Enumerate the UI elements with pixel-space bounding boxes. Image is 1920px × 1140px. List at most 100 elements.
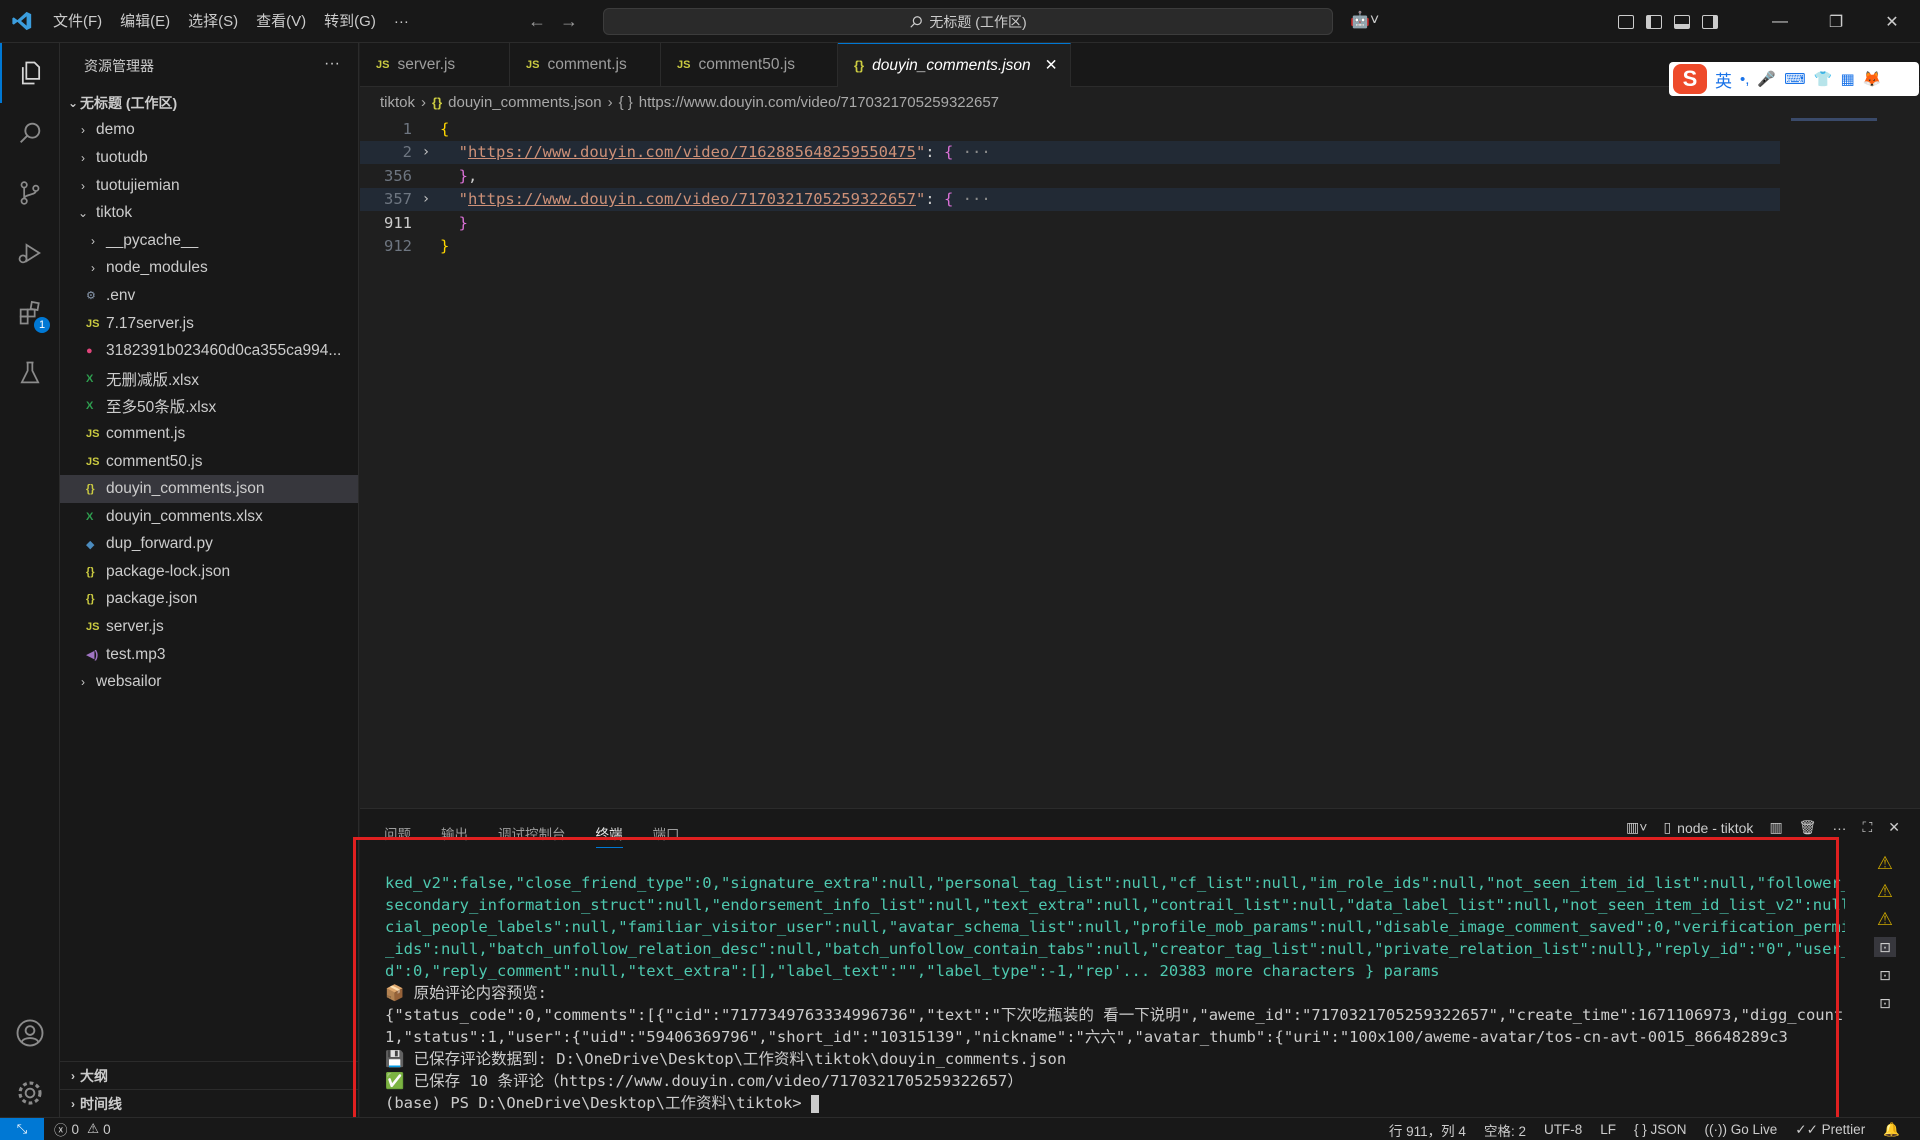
customize-layout-icon[interactable]	[1618, 14, 1634, 29]
menu-file[interactable]: 文件(F)	[44, 0, 111, 43]
tree-folder[interactable]: › tuotudb	[60, 144, 358, 172]
run-debug-icon[interactable]	[0, 223, 60, 283]
breadcrumb-folder[interactable]: tiktok	[380, 94, 415, 111]
tree-file[interactable]: ● 3182391b023460d0ca355ca994...	[60, 337, 358, 365]
warning-icon[interactable]: ⚠	[1874, 853, 1896, 873]
encoding[interactable]: UTF-8	[1544, 1122, 1582, 1137]
problems-indicator[interactable]: ⓧ 0 ⚠ 0	[54, 1119, 111, 1139]
close-window-button[interactable]: ✕	[1864, 0, 1920, 43]
tab-douyin-comments-json[interactable]: {} douyin_comments.json ✕	[838, 43, 1071, 87]
tree-file[interactable]: JS server.js	[60, 613, 358, 641]
copilot-icon[interactable]: 🤖˅	[1350, 10, 1379, 30]
toggle-panel-icon[interactable]	[1674, 14, 1690, 29]
indentation[interactable]: 空格: 2	[1484, 1120, 1526, 1140]
toggle-secondary-sidebar-icon[interactable]	[1702, 14, 1718, 29]
ime-mascot-icon[interactable]: 🦊	[1863, 70, 1882, 88]
tree-file[interactable]: {} douyin_comments.json	[60, 475, 358, 503]
sogou-logo-icon[interactable]: S	[1673, 64, 1707, 94]
outline-section[interactable]: › 大纲	[60, 1061, 359, 1089]
split-terminal-icon[interactable]: ▥	[1769, 819, 1782, 836]
keyboard-icon[interactable]: ⌨	[1784, 70, 1806, 88]
tree-file[interactable]: ⚙ .env	[60, 282, 358, 310]
tab-ports[interactable]: 端口	[653, 823, 680, 848]
json-key-link[interactable]: https://www.douyin.com/video/71628856482…	[468, 143, 916, 161]
menu-edit[interactable]: 编辑(E)	[111, 0, 179, 43]
source-control-icon[interactable]	[0, 163, 60, 223]
skin-icon[interactable]: 👕	[1814, 70, 1833, 88]
close-panel-icon[interactable]: ✕	[1888, 819, 1900, 836]
tree-file[interactable]: X 至多50条版.xlsx	[60, 393, 358, 421]
settings-gear-icon[interactable]	[0, 1063, 60, 1123]
terminal-output[interactable]: ked_v2":false,"close_friend_type":0,"sig…	[385, 872, 1845, 1114]
warning-icon[interactable]: ⚠	[1874, 881, 1896, 901]
tree-folder[interactable]: › tuotujiemian	[60, 172, 358, 200]
tree-file[interactable]: JS comment50.js	[60, 448, 358, 476]
punctuation-icon[interactable]: •,	[1740, 71, 1749, 88]
trash-icon[interactable]: 🗑	[1799, 819, 1817, 836]
timeline-section[interactable]: › 时间线	[60, 1089, 359, 1117]
language-mode[interactable]: { } JSON	[1634, 1122, 1687, 1137]
tree-file[interactable]: {} package-lock.json	[60, 558, 358, 586]
tab-problems[interactable]: 问题	[384, 823, 411, 848]
tree-file[interactable]: X 无删减版.xlsx	[60, 365, 358, 393]
terminal-instance-icon[interactable]: ⊡	[1874, 937, 1896, 957]
tree-file[interactable]: {} package.json	[60, 586, 358, 614]
toolbox-icon[interactable]: ▦	[1840, 70, 1854, 88]
tree-folder[interactable]: › demo	[60, 117, 358, 145]
tree-file[interactable]: ◀) test.mp3	[60, 641, 358, 669]
go-live-button[interactable]: ((·)) Go Live	[1705, 1122, 1778, 1137]
tab-comment50-js[interactable]: JS comment50.js	[661, 43, 838, 87]
close-tab-icon[interactable]: ✕	[1045, 56, 1058, 75]
menu-more[interactable]: ···	[385, 0, 418, 43]
tree-file[interactable]: JS comment.js	[60, 420, 358, 448]
json-key-link[interactable]: https://www.douyin.com/video/71703217052…	[468, 190, 916, 208]
explorer-more-icon[interactable]: ···	[324, 55, 340, 73]
explorer-icon[interactable]	[0, 43, 60, 103]
tab-output[interactable]: 输出	[441, 823, 468, 848]
maximize-panel-icon[interactable]: ⛶	[1862, 819, 1872, 836]
restore-button[interactable]: ❐	[1808, 0, 1864, 43]
accounts-icon[interactable]	[0, 1003, 60, 1063]
folded-ellipsis[interactable]: ···	[963, 190, 991, 208]
chevron-right-icon[interactable]: ›	[412, 144, 440, 160]
minimize-button[interactable]: —	[1752, 0, 1808, 43]
menu-goto[interactable]: 转到(G)	[315, 0, 385, 43]
minimap[interactable]	[1791, 118, 1877, 121]
search-icon[interactable]	[0, 103, 60, 163]
tab-debug-console[interactable]: 调试控制台	[498, 823, 566, 848]
tree-file[interactable]: ◆ dup_forward.py	[60, 531, 358, 559]
end-of-line[interactable]: LF	[1600, 1122, 1616, 1137]
tab-comment-js[interactable]: JS comment.js	[510, 43, 661, 87]
tree-folder[interactable]: › node_modules	[60, 255, 358, 283]
code-editor[interactable]: 1 { 2 › "https://www.douyin.com/video/71…	[360, 117, 1920, 807]
tab-terminal[interactable]: 终端	[595, 823, 623, 848]
new-terminal-split-icon[interactable]: ▥˅	[1626, 819, 1647, 836]
command-center-search[interactable]: 无标题 (工作区)	[603, 8, 1333, 35]
breadcrumb-key[interactable]: https://www.douyin.com/video/71703217052…	[639, 94, 999, 111]
notifications-bell-icon[interactable]: 🔔	[1883, 1122, 1900, 1138]
remote-icon[interactable]: ⤡	[0, 1117, 44, 1140]
folded-ellipsis[interactable]: ···	[963, 143, 991, 161]
menu-selection[interactable]: 选择(S)	[179, 0, 247, 43]
tab-server-js[interactable]: JS server.js	[360, 43, 510, 87]
toggle-primary-sidebar-icon[interactable]	[1646, 14, 1662, 29]
warning-icon[interactable]: ⚠	[1874, 909, 1896, 929]
testing-icon[interactable]	[0, 343, 60, 403]
terminal-instance-icon[interactable]: ⊡	[1874, 965, 1896, 985]
cursor-position[interactable]: 行 911，列 4	[1389, 1120, 1466, 1140]
workspace-root[interactable]: ⌄ 无标题 (工作区)	[60, 89, 358, 117]
tree-folder[interactable]: ⌄ tiktok	[60, 199, 358, 227]
tree-folder[interactable]: › __pycache__	[60, 227, 358, 255]
terminal-name[interactable]: node - tiktok	[1677, 820, 1753, 836]
extensions-icon[interactable]: 1	[0, 283, 60, 343]
breadcrumb-file[interactable]: douyin_comments.json	[448, 94, 601, 111]
tree-file[interactable]: Xdouyin_comments.xlsx	[60, 503, 358, 531]
tree-file[interactable]: JS 7.17server.js	[60, 310, 358, 338]
terminal-instance-icon[interactable]: ⊡	[1874, 993, 1896, 1013]
prettier-button[interactable]: ✓✓ Prettier	[1795, 1122, 1865, 1138]
tree-folder[interactable]: › websailor	[60, 668, 358, 696]
forward-arrow-icon[interactable]: →	[560, 11, 578, 32]
back-arrow-icon[interactable]: ←	[528, 11, 546, 32]
microphone-icon[interactable]: 🎤	[1757, 70, 1776, 88]
ime-language-toggle[interactable]: 英	[1715, 67, 1732, 92]
